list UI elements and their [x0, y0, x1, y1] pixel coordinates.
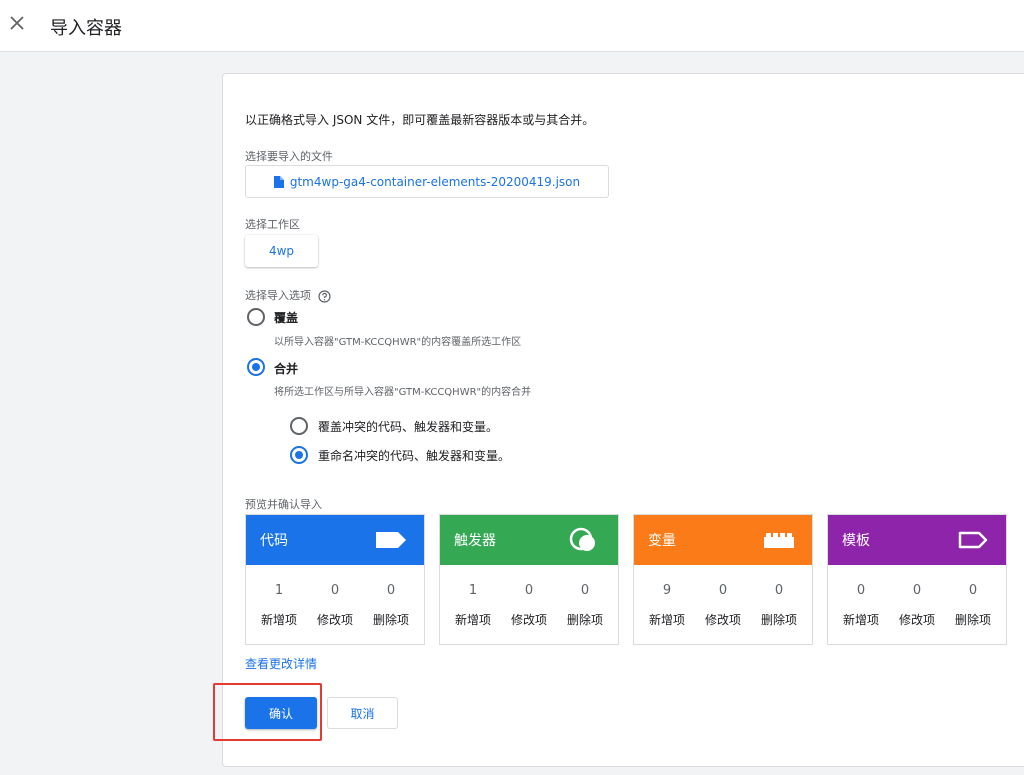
- caption-deleted: 删除项: [566, 613, 603, 627]
- count-modified: 0: [524, 583, 534, 598]
- count-new: 1: [468, 583, 478, 598]
- overwrite-desc: 以所导入容器"GTM-KCCQHWR"的内容覆盖所选工作区: [274, 337, 522, 348]
- count-modified: 0: [912, 583, 922, 598]
- caption-new: 新增项: [454, 613, 491, 627]
- rename-conflicts-label: 重命名冲突的代码、触发器和变量。: [318, 449, 511, 463]
- top-bar: 导入容器: [0, 0, 1024, 52]
- count-deleted: 0: [580, 583, 590, 598]
- preview-card-tags: 代码 1 0 0 新增项 修改项 删除项: [245, 514, 425, 645]
- overwrite-title: 覆盖: [274, 311, 299, 325]
- count-modified: 0: [718, 583, 728, 598]
- merge-radio[interactable]: [247, 358, 265, 376]
- overwrite-conflicts-radio[interactable]: [290, 417, 308, 435]
- caption-modified: 修改项: [510, 613, 547, 627]
- merge-title: 合并: [274, 362, 299, 376]
- file-icon: [273, 175, 284, 188]
- cancel-button[interactable]: 取消: [327, 697, 398, 729]
- caption-deleted: 删除项: [372, 613, 409, 627]
- card-title: 代码: [260, 533, 288, 549]
- template-tag-icon: [958, 531, 988, 549]
- view-changes-link[interactable]: 查看更改详情: [245, 655, 317, 672]
- count-new: 0: [856, 583, 866, 598]
- tag-icon: [376, 532, 406, 548]
- caption-modified: 修改项: [704, 613, 741, 627]
- preview-card-variables: 变量 9 0 0 新增项 修改项 删除项: [633, 514, 813, 645]
- variable-blocks-icon: [764, 533, 794, 548]
- file-label: 选择要导入的文件: [245, 150, 333, 163]
- workspace-select-button[interactable]: 4wp: [245, 235, 318, 267]
- merge-desc: 将所选工作区与所导入容器"GTM-KCCQHWR"的内容合并: [274, 387, 532, 398]
- workspace-label: 选择工作区: [245, 218, 300, 231]
- caption-deleted: 删除项: [760, 613, 797, 627]
- count-deleted: 0: [386, 583, 396, 598]
- overwrite-radio[interactable]: [247, 308, 265, 326]
- overwrite-conflicts-label: 覆盖冲突的代码、触发器和变量。: [318, 420, 499, 434]
- confirm-button[interactable]: 确认: [245, 697, 317, 729]
- count-deleted: 0: [968, 583, 978, 598]
- caption-deleted: 删除项: [954, 613, 991, 627]
- card-header: 触发器: [440, 515, 618, 565]
- import-options-label: 选择导入选项: [245, 289, 311, 302]
- preview-card-triggers: 触发器 1 0 0 新增项 修改项 删除项: [439, 514, 619, 645]
- count-new: 1: [274, 583, 284, 598]
- page-title: 导入容器: [50, 18, 122, 39]
- card-title: 触发器: [454, 533, 496, 549]
- caption-modified: 修改项: [898, 613, 935, 627]
- caption-new: 新增项: [648, 613, 685, 627]
- file-select-button[interactable]: gtm4wp-ga4-container-elements-20200419.j…: [245, 165, 609, 198]
- close-icon[interactable]: [8, 14, 28, 34]
- count-modified: 0: [330, 583, 340, 598]
- file-name: gtm4wp-ga4-container-elements-20200419.j…: [289, 174, 581, 189]
- caption-new: 新增项: [842, 613, 879, 627]
- preview-label: 预览并确认导入: [245, 498, 322, 511]
- rename-conflicts-radio[interactable]: [290, 446, 308, 464]
- preview-card-templates: 模板 0 0 0 新增项 修改项 删除项: [827, 514, 1007, 645]
- card-header: 代码: [246, 515, 424, 565]
- card-title: 模板: [842, 533, 870, 549]
- help-icon[interactable]: [318, 288, 331, 303]
- caption-modified: 修改项: [316, 613, 353, 627]
- count-deleted: 0: [774, 583, 784, 598]
- caption-new: 新增项: [260, 613, 297, 627]
- count-new: 9: [662, 583, 672, 598]
- card-header: 模板: [828, 515, 1006, 565]
- intro-text: 以正确格式导入 JSON 文件，即可覆盖最新容器版本或与其合并。: [245, 113, 595, 127]
- card-header: 变量: [634, 515, 812, 565]
- card-title: 变量: [648, 533, 676, 549]
- trigger-icon: [569, 527, 595, 551]
